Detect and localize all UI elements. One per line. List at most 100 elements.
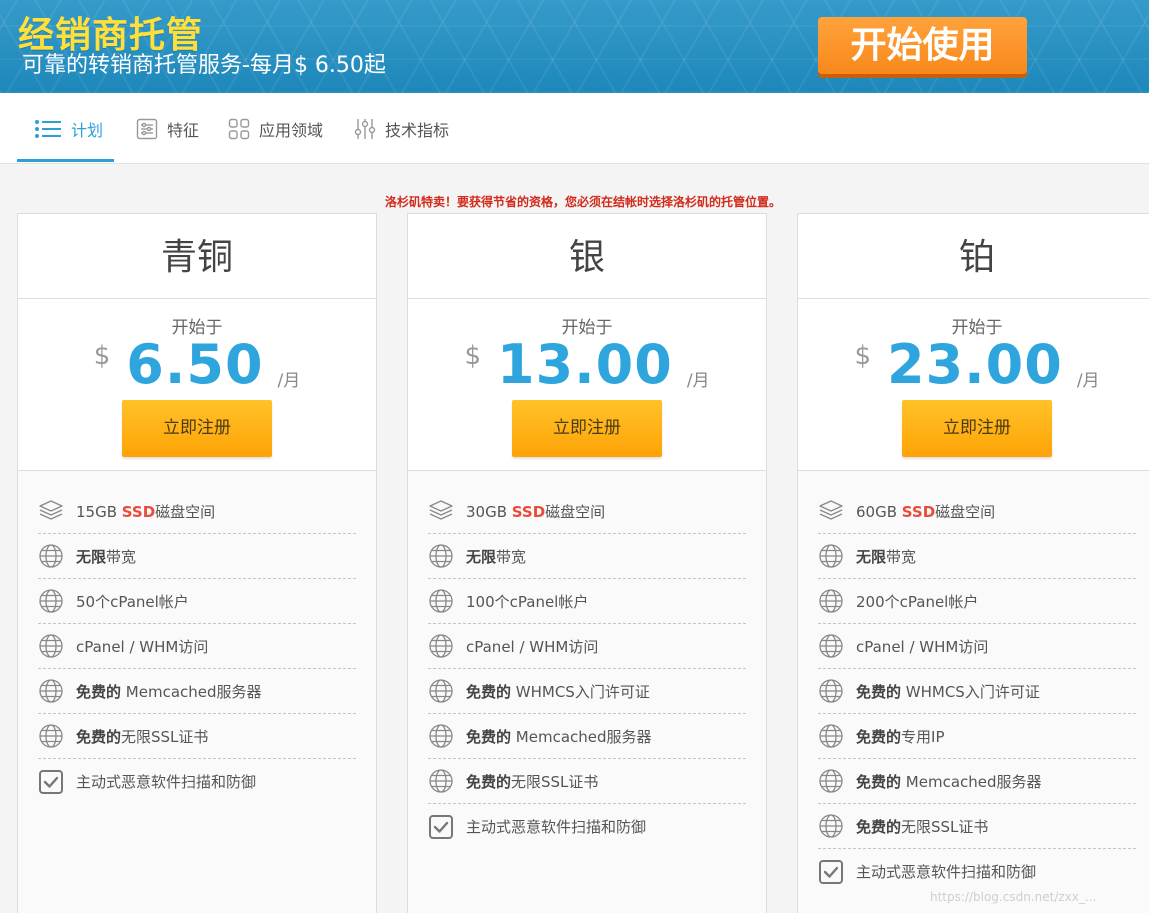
globe-icon — [818, 588, 844, 614]
feature-text-part: 免费的 — [856, 727, 902, 746]
get-started-button[interactable]: 开始使用 — [818, 17, 1027, 74]
feature-text-part: 无限SSL证书 — [511, 772, 599, 791]
layers-icon — [38, 498, 64, 524]
feature-text-part: 主动式恶意软件扫描和防御 — [76, 773, 257, 791]
feature-item: cPanel / WHM访问 — [38, 624, 356, 669]
globe-icon — [38, 678, 64, 704]
globe-icon — [818, 768, 844, 794]
grid-icon — [228, 118, 250, 140]
feature-label: 免费的 Memcached服务器 — [466, 726, 652, 747]
feature-item: 免费的无限SSL证书 — [818, 804, 1136, 849]
feature-text-part: 200个cPanel帐户 — [856, 592, 979, 611]
feature-text-part: 免费的 — [856, 682, 902, 701]
feature-text-part: 30GB — [466, 502, 512, 521]
globe-icon — [428, 768, 454, 794]
feature-item: 15GB SSD磁盘空间 — [38, 489, 356, 534]
feature-item: 免费的 WHMCS入门许可证 — [818, 669, 1136, 714]
feature-item: 无限带宽 — [428, 534, 746, 579]
feature-item: 200个cPanel帐户 — [818, 579, 1136, 624]
feature-text-part: 100个cPanel帐户 — [466, 592, 589, 611]
plan-card: 青铜 开始于 $6.50/月 立即注册 15GB SSD磁盘空间 无限带宽 50个cPane… — [17, 213, 377, 913]
price-row: $6.50/月 — [18, 333, 376, 396]
feature-label: 无限带宽 — [856, 546, 916, 567]
feature-label: 主动式恶意软件扫描和防御 — [856, 861, 1036, 882]
feature-item: cPanel / WHM访问 — [428, 624, 746, 669]
sign-up-button[interactable]: 立即注册 — [122, 400, 272, 457]
tab-features[interactable]: 特征 — [136, 93, 199, 164]
feature-label: 免费的 WHMCS入门许可证 — [856, 681, 1040, 702]
feature-label: 无限带宽 — [76, 546, 136, 567]
feature-text-part: 带宽 — [106, 547, 137, 566]
feature-text-part: SSD — [121, 502, 156, 521]
plan-card: 铂开始于 $23.00/月 立即注册 60GB SSD磁盘空间 无限带宽 200个cPan… — [797, 213, 1149, 913]
checkbox-icon — [38, 769, 64, 795]
sliders-icon — [354, 118, 376, 140]
active-tab-indicator — [17, 159, 114, 162]
feature-item: 免费的 Memcached服务器 — [38, 669, 356, 714]
feature-label: 主动式恶意软件扫描和防御 — [76, 771, 256, 792]
sign-up-button[interactable]: 立即注册 — [902, 400, 1052, 457]
globe-icon — [38, 588, 64, 614]
layers-icon — [428, 498, 454, 524]
feature-text-part: 免费的 — [466, 682, 512, 701]
price-amount: 23.00 — [887, 333, 1063, 396]
checkbox-icon — [428, 814, 454, 840]
feature-label: 免费的无限SSL证书 — [466, 771, 598, 792]
feature-text-part: 带宽 — [886, 547, 917, 566]
feature-label: 200个cPanel帐户 — [856, 591, 978, 612]
globe-icon — [428, 633, 454, 659]
feature-text-part: 15GB — [76, 502, 122, 521]
feature-text-part: Memcached服务器 — [511, 727, 652, 746]
tab-applications[interactable]: 应用领域 — [228, 93, 323, 164]
price-period: /月 — [686, 371, 710, 391]
feature-label: cPanel / WHM访问 — [76, 636, 208, 657]
feature-text-part: Memcached服务器 — [121, 682, 262, 701]
price-amount: 13.00 — [497, 333, 673, 396]
currency-symbol: $ — [464, 341, 481, 371]
feature-item: 主动式恶意软件扫描和防御 — [428, 804, 746, 849]
feature-text-part: 无限 — [76, 547, 107, 566]
feature-label: 主动式恶意软件扫描和防御 — [466, 816, 646, 837]
feature-item: 免费的无限SSL证书 — [38, 714, 356, 759]
tab-bar: 计划 特征 应用领域 技术指标 — [0, 93, 1149, 164]
settings-list-icon — [136, 118, 158, 140]
feature-text-part: 磁盘空间 — [545, 502, 606, 521]
feature-item: 免费的无限SSL证书 — [428, 759, 746, 804]
feature-item: 免费的 WHMCS入门许可证 — [428, 669, 746, 714]
feature-text-part: 免费的 — [76, 682, 122, 701]
tab-plans-label: 计划 — [71, 120, 104, 140]
feature-label: 免费的无限SSL证书 — [76, 726, 208, 747]
feature-text-part: 50个cPanel帐户 — [76, 592, 189, 611]
feature-item: 主动式恶意软件扫描和防御 — [38, 759, 356, 804]
feature-text-part: WHMCS入门许可证 — [901, 682, 1040, 701]
feature-item: 免费的 Memcached服务器 — [428, 714, 746, 759]
feature-text-part: 免费的 — [856, 772, 902, 791]
globe-icon — [818, 633, 844, 659]
plan-name: 银 — [408, 214, 766, 299]
tab-specs[interactable]: 技术指标 — [354, 93, 449, 164]
feature-text-part: 无限 — [856, 547, 887, 566]
feature-label: 30GB SSD磁盘空间 — [466, 501, 605, 522]
feature-label: 免费的 Memcached服务器 — [76, 681, 262, 702]
hero-banner: 经销商托管 可靠的转销商托管服务-每月$ 6.50起 开始使用 — [0, 0, 1149, 93]
globe-icon — [38, 543, 64, 569]
price-area: 开始于 $13.00/月 立即注册 — [408, 299, 766, 471]
globe-icon — [818, 723, 844, 749]
feature-item: 30GB SSD磁盘空间 — [428, 489, 746, 534]
plan-card: 银开始于 $13.00/月 立即注册 30GB SSD磁盘空间 无限带宽 100个cPan… — [407, 213, 767, 913]
feature-text-part: 无限SSL证书 — [901, 817, 989, 836]
globe-icon — [818, 678, 844, 704]
plan-name: 青铜 — [18, 214, 376, 299]
feature-item: 免费的 Memcached服务器 — [818, 759, 1136, 804]
feature-text-part: 带宽 — [496, 547, 527, 566]
feature-label: cPanel / WHM访问 — [856, 636, 988, 657]
feature-item: 主动式恶意软件扫描和防御 — [818, 849, 1136, 894]
feature-item: cPanel / WHM访问 — [818, 624, 1136, 669]
globe-icon — [38, 723, 64, 749]
price-amount: 6.50 — [126, 333, 264, 396]
feature-item: 60GB SSD磁盘空间 — [818, 489, 1136, 534]
feature-label: 无限带宽 — [466, 546, 526, 567]
feature-text-part: 磁盘空间 — [155, 502, 216, 521]
tab-plans[interactable]: 计划 — [34, 93, 103, 164]
sign-up-button[interactable]: 立即注册 — [512, 400, 662, 457]
